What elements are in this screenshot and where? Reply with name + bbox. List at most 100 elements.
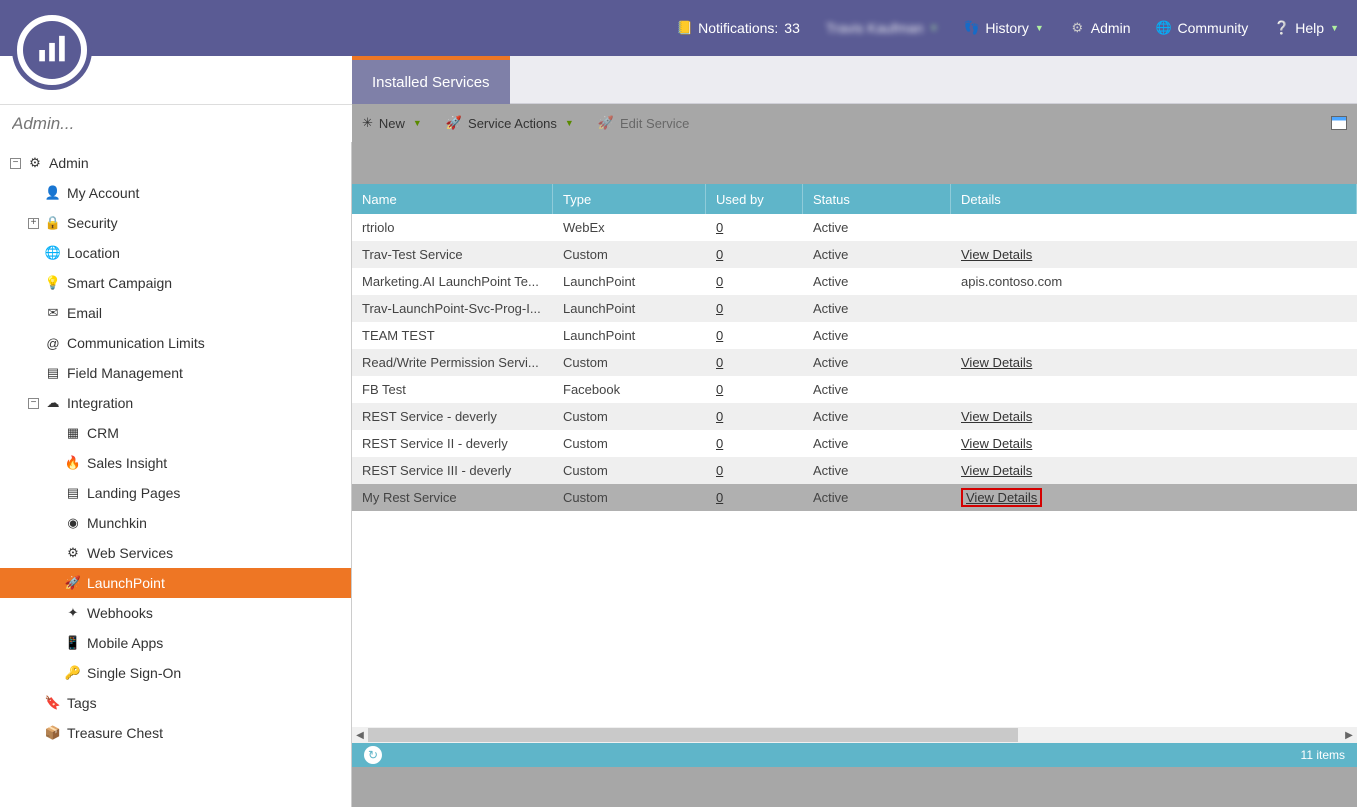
cell-name: REST Service - deverly [352,409,553,424]
notifications-menu[interactable]: 📒 Notifications: 33 [677,20,800,36]
cell-type: Custom [553,463,706,478]
used-by-link[interactable]: 0 [716,490,723,505]
table-row[interactable]: Marketing.AI LaunchPoint Te...LaunchPoin… [352,268,1357,295]
admin-link[interactable]: ⚙ Admin [1070,20,1131,36]
cell-name: REST Service II - deverly [352,436,553,451]
cell-used: 0 [706,463,803,478]
tree-item-webhooks[interactable]: ✦Webhooks [0,598,351,628]
scroll-left-arrow[interactable]: ◀ [352,727,368,743]
view-details-link[interactable]: View Details [966,490,1037,505]
service-actions-button[interactable]: 🚀 Service Actions ▼ [446,115,574,131]
used-by-link[interactable]: 0 [716,301,723,316]
scroll-track[interactable] [368,727,1341,743]
tree-item-launchpoint[interactable]: 🚀LaunchPoint [0,568,351,598]
tree-item-icon: 💡 [45,275,61,291]
tree-item-mobile-apps[interactable]: 📱Mobile Apps [0,628,351,658]
col-status[interactable]: Status [803,184,951,214]
scroll-right-arrow[interactable]: ▶ [1341,727,1357,743]
tree-item-communication-limits[interactable]: @Communication Limits [0,328,351,358]
table-row[interactable]: REST Service III - deverlyCustom0ActiveV… [352,457,1357,484]
tree-item-security[interactable]: +🔒Security [0,208,351,238]
tree-item-email[interactable]: ✉Email [0,298,351,328]
user-name: Travis Kaufman [826,20,924,36]
table-row[interactable]: REST Service - deverlyCustom0ActiveView … [352,403,1357,430]
used-by-link[interactable]: 0 [716,382,723,397]
community-link[interactable]: 🌐 Community [1156,20,1248,36]
cell-type: LaunchPoint [553,328,706,343]
view-details-link[interactable]: View Details [961,355,1032,370]
collapse-icon[interactable]: − [28,398,39,409]
table-row[interactable]: Trav-Test ServiceCustom0ActiveView Detai… [352,241,1357,268]
cell-type: Custom [553,490,706,505]
new-button[interactable]: ✳ New ▼ [362,115,422,131]
table-row[interactable]: Trav-LaunchPoint-Svc-Prog-I...LaunchPoin… [352,295,1357,322]
used-by-link[interactable]: 0 [716,247,723,262]
table-row[interactable]: REST Service II - deverlyCustom0ActiveVi… [352,430,1357,457]
scroll-thumb[interactable] [368,728,1018,742]
tree-item-web-services[interactable]: ⚙Web Services [0,538,351,568]
view-details-link[interactable]: View Details [961,247,1032,262]
cell-used: 0 [706,220,803,235]
spacer [48,458,59,469]
history-label: History [985,20,1029,36]
tree-item-label: Field Management [67,365,183,381]
used-by-link[interactable]: 0 [716,220,723,235]
tree-item-field-management[interactable]: ▤Field Management [0,358,351,388]
used-by-link[interactable]: 0 [716,274,723,289]
tree-item-crm[interactable]: ▦CRM [0,418,351,448]
col-used[interactable]: Used by [706,184,803,214]
edit-service-button[interactable]: 🚀 Edit Service [598,115,690,131]
tree-item-treasure-chest[interactable]: 📦Treasure Chest [0,718,351,748]
col-type[interactable]: Type [553,184,706,214]
tree-item-smart-campaign[interactable]: 💡 Smart Campaign [0,268,351,298]
used-by-link[interactable]: 0 [716,409,723,424]
table-row[interactable]: TEAM TESTLaunchPoint0Active [352,322,1357,349]
used-by-link[interactable]: 0 [716,463,723,478]
view-details-link[interactable]: View Details [961,409,1032,424]
used-by-link[interactable]: 0 [716,328,723,343]
table-row[interactable]: My Rest ServiceCustom0ActiveView Details [352,484,1357,511]
tree-item-tags[interactable]: 🔖Tags [0,688,351,718]
help-menu[interactable]: ❔ Help ▼ [1274,20,1339,36]
tree-item-label: Smart Campaign [67,275,172,291]
table-row[interactable]: FB TestFacebook0Active [352,376,1357,403]
col-details[interactable]: Details [951,184,1357,214]
app-logo[interactable] [12,10,92,90]
refresh-button[interactable]: ↻ [364,746,382,764]
collapse-icon[interactable]: − [10,158,21,169]
table-row[interactable]: rtrioloWebEx0Active [352,214,1357,241]
user-menu[interactable]: Travis Kaufman ▼ [826,20,938,36]
cell-name: REST Service III - deverly [352,463,553,478]
community-label: Community [1177,20,1248,36]
tree-item-single-sign-on[interactable]: 🔑Single Sign-On [0,658,351,688]
tree-item-my-account[interactable]: 👤My Account [0,178,351,208]
cell-name: TEAM TEST [352,328,553,343]
cell-used: 0 [706,328,803,343]
tree-item-location[interactable]: 🌐Location [0,238,351,268]
col-name[interactable]: Name [352,184,553,214]
expand-icon[interactable]: + [28,218,39,229]
tree-item-sales-insight[interactable]: 🔥Sales Insight [0,448,351,478]
view-details-link[interactable]: View Details [961,436,1032,451]
services-grid: Name Type Used by Status Details rtriolo… [352,184,1357,767]
edit-label: Edit Service [620,116,689,131]
new-icon: ✳ [362,115,373,131]
notifications-label: Notifications: [698,20,778,36]
used-by-link[interactable]: 0 [716,355,723,370]
tab-installed-services[interactable]: Installed Services [352,56,510,104]
tree-item-landing-pages[interactable]: ▤Landing Pages [0,478,351,508]
horizontal-scrollbar[interactable]: ◀ ▶ [352,727,1357,743]
view-details-link[interactable]: View Details [961,463,1032,478]
view-toggle-button[interactable] [1331,116,1347,130]
marketo-logo-icon [35,33,69,67]
spacer [48,488,59,499]
sidebar: −⚙Admin👤My Account+🔒Security🌐Location 💡 Sm… [0,142,352,807]
tree-item-integration[interactable]: −☁Integration [0,388,351,418]
tree-item-label: Admin [49,155,89,171]
tree-item-munchkin[interactable]: ◉Munchkin [0,508,351,538]
history-menu[interactable]: 👣 History ▼ [964,20,1043,36]
table-row[interactable]: Read/Write Permission Servi...Custom0Act… [352,349,1357,376]
search-input[interactable] [10,113,342,135]
used-by-link[interactable]: 0 [716,436,723,451]
tree-root-admin[interactable]: −⚙Admin [0,148,351,178]
